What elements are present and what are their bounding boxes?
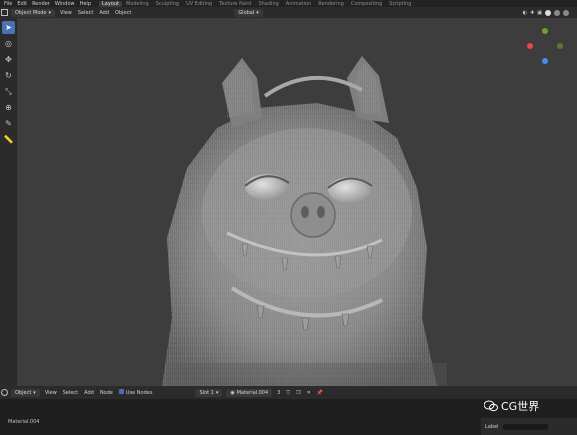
menu-render[interactable]: Render — [32, 1, 50, 7]
measure-tool-icon[interactable]: 📏 — [2, 133, 15, 146]
editor-type-icon[interactable] — [0, 389, 9, 397]
menu-window[interactable]: Window — [55, 1, 75, 7]
move-tool-icon[interactable]: ✥ — [2, 53, 15, 66]
watermark: CG世界 — [484, 398, 539, 414]
wechat-logo-icon — [484, 400, 498, 412]
tab-uv-editing[interactable]: UV Editing — [183, 1, 215, 7]
chevron-down-icon: ▾ — [33, 389, 36, 396]
tab-shading[interactable]: Shading — [255, 1, 281, 7]
shading-material-icon[interactable] — [554, 9, 560, 16]
shader-type-label: Object — [15, 389, 32, 396]
menu-file[interactable]: File — [4, 1, 12, 7]
menu-view[interactable]: View — [57, 10, 75, 16]
menu-add[interactable]: Add — [96, 10, 112, 16]
chevron-down-icon: ▾ — [48, 9, 52, 16]
viewport-header-right: ◐ ✚ ▣ — [523, 9, 577, 16]
mode-label: Object Mode — [15, 9, 47, 16]
tab-layout[interactable]: Layout — [99, 0, 122, 7]
overlay-icon[interactable]: ◐ — [523, 10, 527, 16]
top-bar: File Edit Render Window Help Layout Mode… — [0, 0, 577, 7]
tab-sculpting[interactable]: Sculpting — [153, 1, 182, 7]
material-sphere-icon: ◉ — [230, 389, 235, 396]
menu-select[interactable]: Select — [75, 10, 96, 16]
menu-view[interactable]: View — [42, 390, 60, 396]
use-nodes-label: Use Nodes — [125, 390, 153, 396]
axis-x-icon[interactable] — [527, 43, 533, 49]
viewport-header: Object Mode ▾ View Select Add Object Glo… — [0, 7, 577, 18]
tab-texture-paint[interactable]: Texture Paint — [216, 1, 254, 7]
main-menu: File Edit Render Window Help — [0, 1, 91, 7]
shading-rendered-icon[interactable] — [563, 9, 569, 16]
unlink-icon[interactable]: ✕ — [304, 390, 314, 396]
watermark-text: CG世界 — [501, 400, 540, 413]
material-name: Material.004 — [236, 389, 269, 396]
axis-z-icon[interactable] — [542, 58, 548, 64]
mode-dropdown[interactable]: Object Mode ▾ — [11, 8, 56, 17]
gizmo-icon[interactable]: ✚ — [530, 10, 534, 16]
chevron-down-icon: ▾ — [256, 9, 259, 16]
label-input[interactable] — [502, 423, 548, 430]
fake-user-icon[interactable]: ⛉ — [283, 390, 293, 396]
material-title: Material.004 — [8, 419, 40, 425]
cursor-tool-icon[interactable]: ◎ — [2, 37, 15, 50]
tab-rendering[interactable]: Rendering — [315, 1, 347, 7]
menu-add[interactable]: Add — [81, 390, 97, 396]
user-count[interactable]: 3 — [274, 390, 283, 396]
menu-node[interactable]: Node — [97, 390, 116, 396]
editor-type-icon[interactable] — [0, 9, 9, 17]
axis-y-icon[interactable] — [542, 28, 548, 34]
xray-icon[interactable]: ▣ — [537, 10, 542, 16]
checkbox-icon — [118, 389, 124, 394]
scale-tool-icon[interactable]: ⤡ — [2, 85, 15, 98]
tool-shelf: ➤ ◎ ✥ ↻ ⤡ ⊕ ✎ 📏 — [0, 18, 17, 386]
tab-compositing[interactable]: Compositing — [348, 1, 385, 7]
axis-neg-y-icon[interactable] — [557, 43, 563, 49]
select-tool-icon[interactable]: ➤ — [2, 21, 15, 34]
shading-solid-icon[interactable] — [545, 9, 551, 16]
orientation-dropdown[interactable]: Global ▾ — [234, 8, 263, 17]
material-selector[interactable]: ◉ Material.004 — [226, 388, 273, 397]
tab-animation[interactable]: Animation — [283, 1, 315, 7]
annotate-tool-icon[interactable]: ✎ — [2, 117, 15, 130]
menu-help[interactable]: Help — [80, 1, 91, 7]
pin-icon[interactable]: 📌 — [314, 390, 326, 396]
copy-icon[interactable]: ❐ — [293, 390, 303, 396]
menu-object[interactable]: Object — [112, 10, 134, 16]
slot-label: Slot 1 — [199, 389, 214, 396]
3d-viewport[interactable] — [17, 18, 577, 386]
menu-edit[interactable]: Edit — [17, 1, 27, 7]
chevron-down-icon: ▾ — [215, 389, 219, 396]
transform-tool-icon[interactable]: ⊕ — [2, 101, 15, 114]
node-label-panel: Label — [481, 418, 577, 435]
tab-scripting[interactable]: Scripting — [386, 1, 414, 7]
use-nodes-toggle[interactable]: Use Nodes — [116, 389, 156, 396]
orientation-label: Global — [238, 9, 255, 16]
rotate-tool-icon[interactable]: ↻ — [2, 69, 15, 82]
tab-modeling[interactable]: Modeling — [123, 1, 152, 7]
menu-select[interactable]: Select — [60, 390, 81, 396]
shader-type-dropdown[interactable]: Object ▾ — [11, 388, 40, 397]
workspace-tabs: Layout Modeling Sculpting UV Editing Tex… — [99, 0, 414, 7]
label-field-label: Label — [485, 423, 499, 430]
llama-sculpt-render — [162, 56, 447, 386]
navigation-gizmo[interactable] — [525, 28, 565, 78]
slot-dropdown[interactable]: Slot 1 ▾ — [195, 388, 223, 397]
